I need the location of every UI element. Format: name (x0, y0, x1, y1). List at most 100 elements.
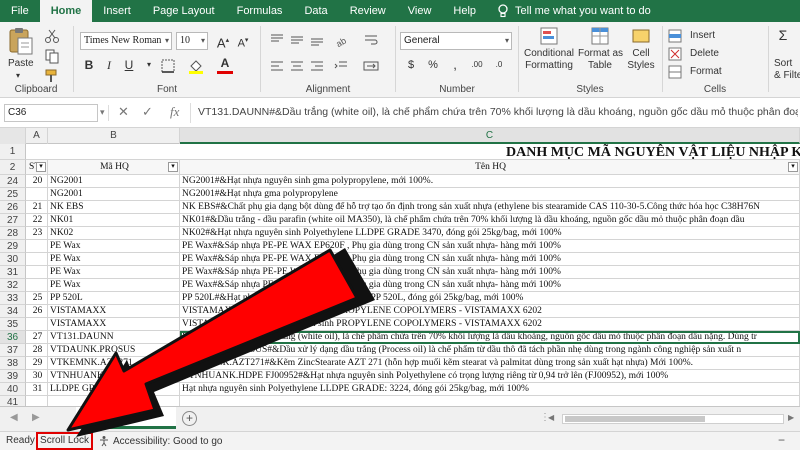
row-header[interactable]: 25 (0, 188, 26, 201)
cell-b[interactable] (48, 396, 180, 406)
row-header[interactable]: 32 (0, 279, 26, 292)
number-format-dropdown[interactable]: General ▾ (400, 32, 512, 50)
align-right-icon[interactable] (309, 58, 325, 74)
currency-icon[interactable]: $ (402, 56, 420, 74)
font-name-dropdown[interactable]: Times New Roman ▾ (80, 32, 172, 50)
cell-b[interactable]: PE Wax (48, 240, 180, 253)
cell-b[interactable]: VTDAUNK.PROSUS (48, 344, 180, 357)
cell-c[interactable]: NG2001#&Hạt nhựa gma polypropylene (180, 188, 800, 201)
cell-a[interactable]: 25 (26, 292, 48, 305)
cell-b[interactable]: NK02 (48, 227, 180, 240)
cell-a[interactable] (26, 253, 48, 266)
conditional-formatting-button[interactable]: Conditional Formatting (522, 26, 576, 76)
row-header[interactable]: 28 (0, 227, 26, 240)
worksheet-grid[interactable]: A B C 1 DANH MỤC MÃ NGUYÊN VẬT LIỆU NHẬP … (0, 128, 800, 406)
decrease-decimal-icon[interactable]: .0 (490, 56, 508, 74)
cell-b[interactable]: VISTAMAXX (48, 305, 180, 318)
row-header[interactable]: 37 (0, 344, 26, 357)
indent-icon[interactable] (333, 58, 349, 74)
scroll-right-icon[interactable]: ▶ (788, 413, 794, 422)
cell-c[interactable]: NK01#&Dầu trắng - dầu parafin (white oil… (180, 214, 800, 227)
column-header-b[interactable]: B (48, 128, 180, 144)
filter-dropdown-icon[interactable]: ▾ (36, 162, 46, 172)
header-stt[interactable]: STT▾ (26, 160, 48, 175)
fill-color-icon[interactable] (188, 58, 204, 74)
cell-c[interactable]: VT131.DAUNN#&Dầu trắng (white oil), là c… (180, 331, 800, 344)
column-header-a[interactable]: A (26, 128, 48, 144)
cell-c[interactable]: Hạt nhựa nguyên sinh Polyethylene LLDPE … (180, 383, 800, 396)
cell-a[interactable] (26, 240, 48, 253)
row-header[interactable]: 33 (0, 292, 26, 305)
cell-b[interactable]: PE Wax (48, 279, 180, 292)
row-header[interactable]: 35 (0, 318, 26, 331)
cell-a[interactable]: 27 (26, 331, 48, 344)
cell-styles-button[interactable]: Cell Styles (624, 26, 658, 76)
cell-c[interactable]: PE Wax#&Sáp nhựa PE-PE WAX EP620F , Phụ … (180, 240, 800, 253)
cell-c[interactable]: NG2001#&Hạt nhựa nguyên sinh gma polypro… (180, 175, 800, 188)
align-middle-icon[interactable] (289, 32, 305, 48)
cell-b[interactable]: PE Wax (48, 266, 180, 279)
cancel-icon[interactable]: ✕ (118, 104, 129, 120)
enter-icon[interactable]: ✓ (142, 104, 153, 120)
scrollbar-thumb[interactable] (565, 416, 705, 422)
cell-a[interactable] (26, 396, 48, 406)
align-center-icon[interactable] (289, 58, 305, 74)
cell-c[interactable] (180, 396, 800, 406)
accessibility-status[interactable]: Accessibility: Good to go (98, 435, 223, 447)
orientation-icon[interactable]: ab (333, 32, 349, 48)
paste-button[interactable]: Paste ▾ (6, 26, 36, 80)
row-header[interactable]: 40 (0, 383, 26, 396)
insert-cells-button[interactable]: Insert (668, 28, 758, 44)
row-header[interactable]: 38 (0, 357, 26, 370)
cell-b[interactable]: NG2001 (48, 188, 180, 201)
cell-c[interactable]: VISTAMAXX#&Hạt nhựa nguyên sinh PROPYLEN… (180, 318, 800, 331)
row-header[interactable]: 2 (0, 160, 26, 175)
row-header[interactable]: 29 (0, 240, 26, 253)
delete-cells-button[interactable]: Delete (668, 46, 758, 62)
zoom-out-icon[interactable]: − (778, 433, 785, 447)
tab-view[interactable]: View (397, 0, 443, 22)
cell-b[interactable]: LLDPE GRADE (48, 383, 180, 396)
cell-c[interactable]: VTKEMNK.AZT271#&Kẽm ZincStearate AZT 271… (180, 357, 800, 370)
cell-b[interactable]: PP 520L (48, 292, 180, 305)
cell-a[interactable] (26, 266, 48, 279)
row-header[interactable]: 36 (0, 331, 26, 344)
tab-home[interactable]: Home (39, 0, 93, 22)
column-header-c[interactable]: C (180, 128, 800, 144)
horizontal-scrollbar[interactable] (562, 414, 784, 424)
comma-icon[interactable]: , (446, 56, 464, 74)
font-color-icon[interactable]: A (216, 54, 234, 72)
cell-c[interactable]: PE Wax#&Sáp nhựa PE-PE WAX EP620F , Phụ … (180, 253, 800, 266)
filter-dropdown-icon[interactable]: ▾ (788, 162, 798, 172)
decrease-font-size-icon[interactable]: A▾ (234, 32, 252, 50)
tab-file[interactable]: File (0, 0, 40, 22)
cell-a[interactable]: 21 (26, 201, 48, 214)
cell-a[interactable]: 23 (26, 227, 48, 240)
cell-c[interactable]: VTNHUANK.HDPE FJ00952#&Hạt nhựa nguyên s… (180, 370, 800, 383)
cell-c[interactable]: PE Wax#&Sáp nhựa PE-PE WAX EP620F , Phụ … (180, 266, 800, 279)
underline-icon[interactable]: U (120, 56, 138, 74)
tab-formulas[interactable]: Formulas (226, 0, 294, 22)
cell-c[interactable]: NK EBS#&Chất phụ gia dạng bột dùng để hỗ… (180, 201, 800, 214)
tab-help[interactable]: Help (442, 0, 487, 22)
header-ten-hq[interactable]: Tên HQ ▾ (180, 160, 800, 175)
align-bottom-icon[interactable] (309, 32, 325, 48)
cell-b[interactable]: NK EBS (48, 201, 180, 214)
cell-a[interactable] (26, 279, 48, 292)
cell-b[interactable]: VISTAMAXX (48, 318, 180, 331)
copy-icon[interactable] (44, 48, 60, 64)
formula-content[interactable]: VT131.DAUNN#&Dầu trắng (white oil), là c… (198, 106, 798, 118)
cell-a[interactable]: 31 (26, 383, 48, 396)
align-top-icon[interactable] (269, 32, 285, 48)
tab-review[interactable]: Review (339, 0, 397, 22)
cell-a[interactable]: 26 (26, 305, 48, 318)
tell-me-search[interactable]: Tell me what you want to do (497, 4, 651, 18)
row-header[interactable]: 34 (0, 305, 26, 318)
cell-a[interactable] (26, 318, 48, 331)
merge-center-icon[interactable] (363, 58, 379, 74)
row-header[interactable]: 31 (0, 266, 26, 279)
cell-b[interactable]: NK01 (48, 214, 180, 227)
italic-icon[interactable]: I (100, 56, 118, 74)
row-header[interactable]: 1 (0, 144, 26, 160)
cell-b[interactable]: VTKEMNK.AZT271 (48, 357, 180, 370)
